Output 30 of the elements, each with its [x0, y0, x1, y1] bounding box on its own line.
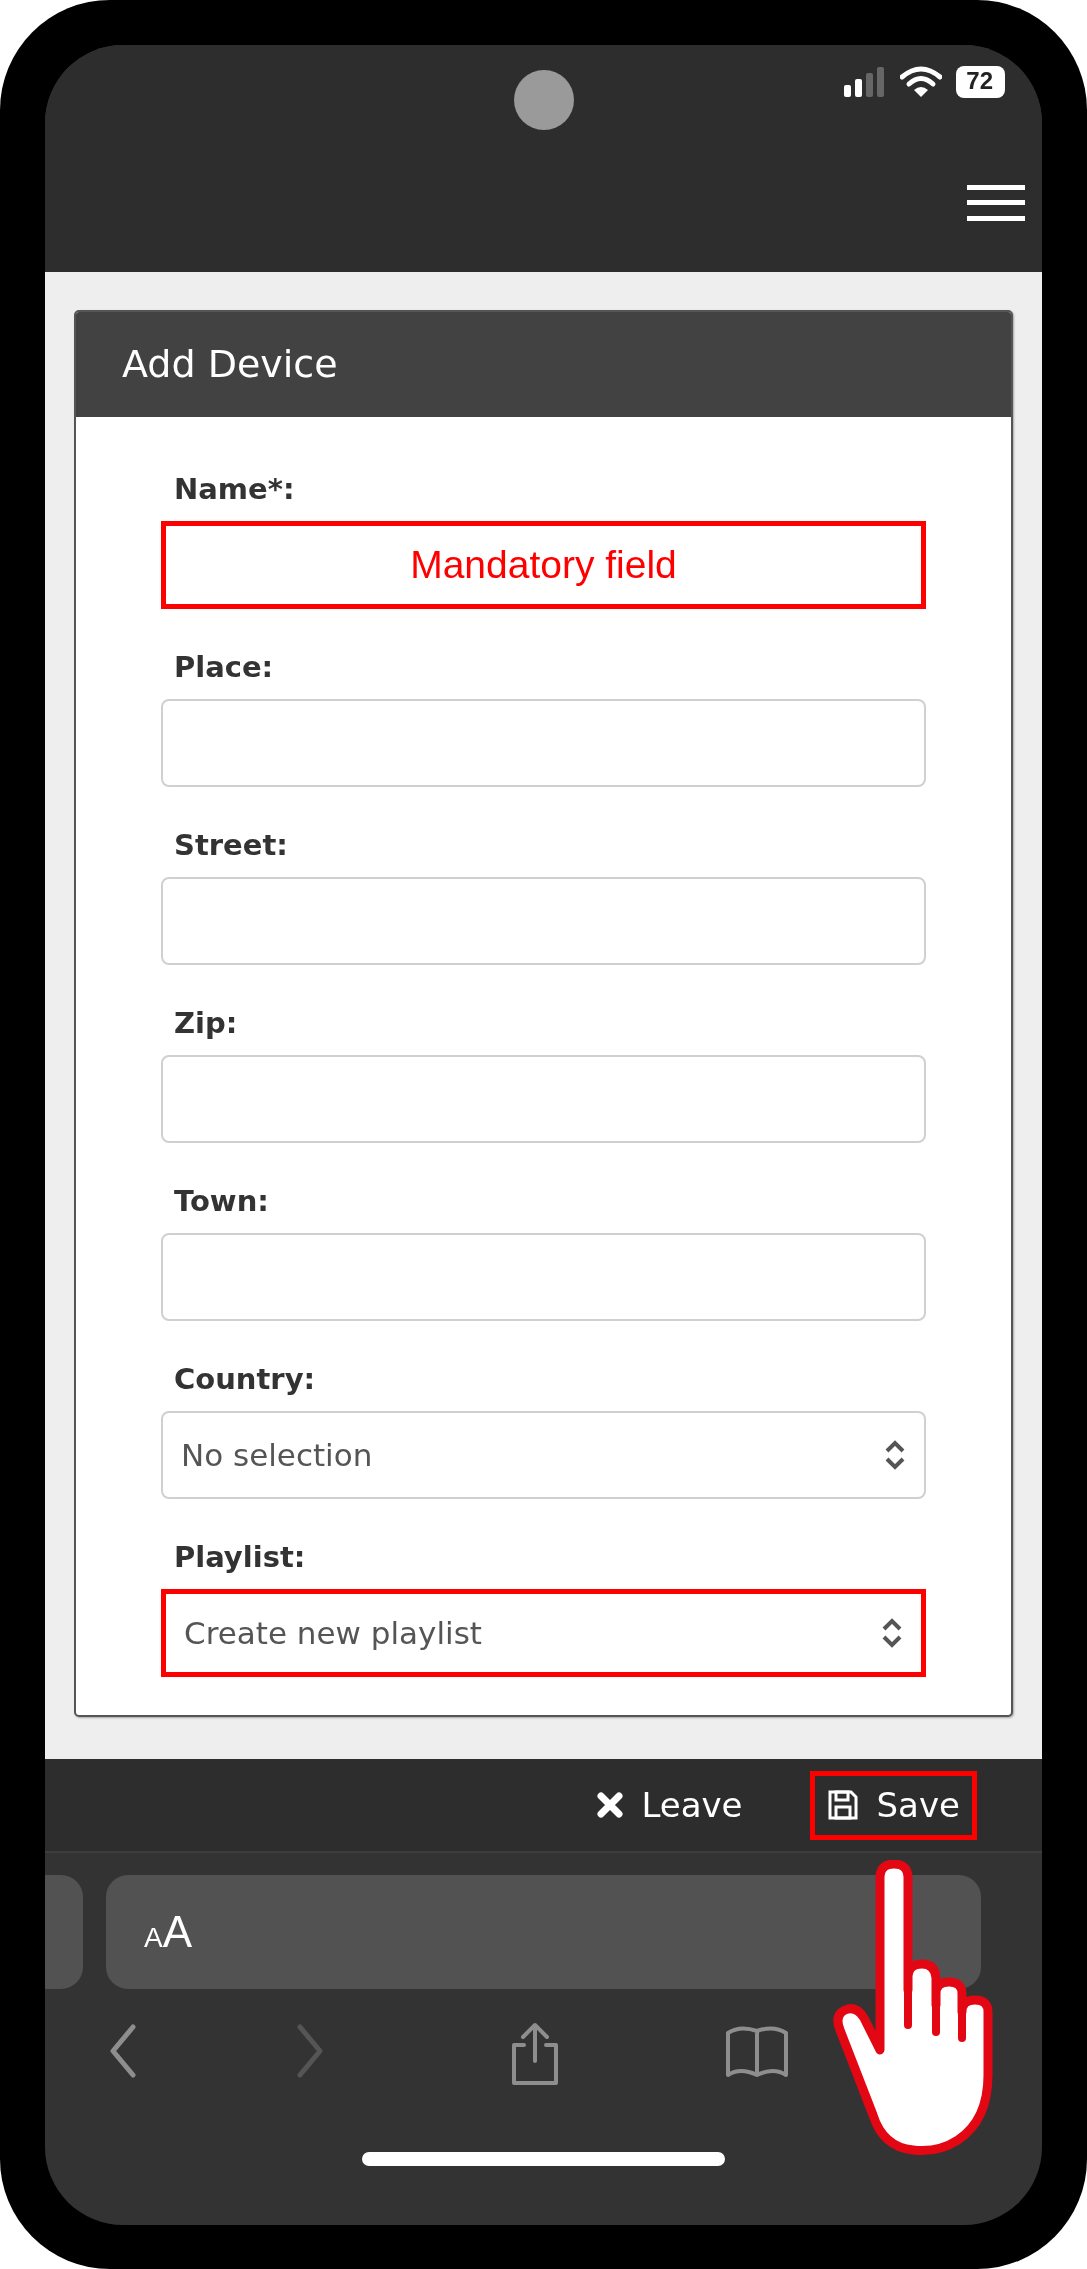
field-label: Place:: [173, 649, 275, 686]
input-field[interactable]: [161, 1055, 926, 1143]
text-size-label: AA: [144, 1906, 193, 1958]
input-field[interactable]: [161, 877, 926, 965]
error-message: Mandatory field: [410, 541, 677, 588]
field-label: Street:: [173, 827, 289, 864]
tab-pill[interactable]: [45, 1875, 83, 1989]
select-value: No selection: [181, 1435, 374, 1475]
leave-button[interactable]: Leave: [580, 1770, 760, 1840]
menu-icon[interactable]: [967, 185, 1025, 221]
input-field[interactable]: [161, 699, 926, 787]
signal-icon: [844, 67, 887, 97]
input-field[interactable]: [161, 1233, 926, 1321]
select-field[interactable]: Create new playlist: [161, 1589, 926, 1677]
field-label: Town:: [173, 1183, 270, 1220]
field-label: Zip:: [173, 1005, 239, 1042]
close-icon: [597, 1792, 624, 1818]
battery-indicator: 72: [956, 66, 1005, 98]
save-button[interactable]: Save: [809, 1770, 977, 1840]
select-value: Create new playlist: [184, 1613, 483, 1653]
field-label: Playlist:: [173, 1539, 307, 1576]
address-bar[interactable]: AA: [106, 1875, 981, 1989]
input-field[interactable]: Mandatory field: [161, 521, 926, 609]
field-label: Country:: [173, 1361, 317, 1398]
card-title: Add Device: [122, 341, 338, 388]
chevron-icon: [884, 1439, 906, 1471]
select-field[interactable]: No selection: [161, 1411, 926, 1499]
field-label: Name*:: [173, 471, 296, 508]
wifi-icon: [900, 66, 943, 98]
chevron-icon: [881, 1617, 903, 1649]
